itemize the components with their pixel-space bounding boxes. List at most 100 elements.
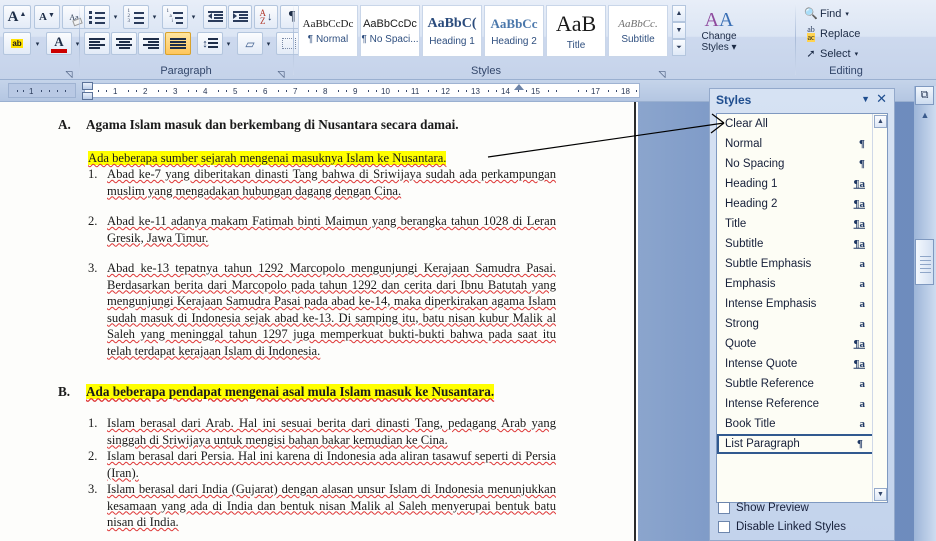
close-icon[interactable]: ✕ [876,91,887,107]
style-item-label: Intense Quote [725,358,798,370]
style-item-heading-2[interactable]: Heading 2 ¶a [717,194,887,214]
shading-dropdown[interactable]: ▾ [263,32,274,55]
increase-indent-button[interactable] [228,5,252,29]
paragraph-dialog-launcher[interactable]: ◹ [275,68,287,80]
style-item-normal[interactable]: Normal ¶ [717,134,887,154]
styles-list[interactable]: Clear All Normal ¶ No Spacing ¶ Heading … [716,113,888,503]
style-gallery-title[interactable]: AaB Title [546,5,606,57]
character-style-icon: a [859,298,866,310]
scroll-up-arrow-icon[interactable]: ▲ [918,110,932,120]
style-item-intense-quote[interactable]: Intense Quote ¶a [717,354,887,374]
multilevel-list-dropdown[interactable]: ▾ [188,5,199,29]
style-item-no-spacing[interactable]: No Spacing ¶ [717,154,887,174]
grow-font-button[interactable]: A ▲ [3,5,31,29]
disable-linked-styles-label: Disable Linked Styles [736,520,846,533]
list-marker-b3: 3. [88,482,98,496]
style-gallery-subtitle[interactable]: AaBbCc. Subtitle [608,5,668,57]
styles-pane-dropdown-icon[interactable]: ▼ [861,94,870,104]
scrollbar-thumb[interactable] [915,239,934,285]
numbering-button[interactable]: 1 2 3 [123,5,149,29]
style-gallery-heading1[interactable]: AaBbC( Heading 1 [422,5,482,57]
styles-list-scrollbar[interactable]: ▲ ▼ [872,114,887,502]
right-indent-marker[interactable] [514,84,524,90]
style-item-intense-emphasis[interactable]: Intense Emphasis a [717,294,887,314]
ribbon: A ▲ A ▼ Aa ab ▾ A ▾ ◹ ▾ 1 2 3 ▾ 1 a i ▾ … [0,0,936,80]
style-item-title[interactable]: Title ¶a [717,214,887,234]
replace-button[interactable]: ab ac Replace [802,24,888,43]
bullets-button[interactable] [84,5,110,29]
ruler-tick-7: 7 [293,87,298,96]
style-gallery-normal[interactable]: AaBbCcDc ¶ Normal [298,5,358,57]
select-button[interactable]: ➚ Select ▾ [802,44,888,63]
line-spacing-dropdown[interactable]: ▾ [223,32,234,55]
style-item-heading-1[interactable]: Heading 1 ¶a [717,174,887,194]
horizontal-ruler[interactable]: 1 2 3 4 5 6 7 8 9 10 11 12 13 14 15 17 1… [84,83,640,98]
pilcrow-icon: ¶ [288,9,296,24]
style-item-quote[interactable]: Quote ¶a [717,334,887,354]
first-line-indent-marker[interactable] [82,82,93,90]
align-center-button[interactable] [111,32,137,55]
align-left-button[interactable] [84,32,110,55]
numbering-dropdown[interactable]: ▾ [149,5,160,29]
list-item-a2: Abad ke-11 adanya makam Fatimah binti Ma… [107,214,556,245]
style-gallery-no-spacing[interactable]: AaBbCcDc ¶ No Spaci... [360,5,420,57]
section-a-highlight-line: Ada beberapa sumber sejarah mengenai mas… [88,151,447,165]
style-item-clear-all[interactable]: Clear All [717,114,887,134]
style-item-subtle-emphasis[interactable]: Subtle Emphasis a [717,254,887,274]
change-styles-button[interactable]: AA Change Styles ▾ [692,4,746,58]
hanging-indent-marker[interactable] [82,92,93,100]
disable-linked-styles-checkbox-row[interactable]: Disable Linked Styles [718,517,888,536]
style-item-emphasis[interactable]: Emphasis a [717,274,887,294]
style-gallery-scroll-up[interactable]: ▲ [672,5,686,22]
increase-indent-icon [232,10,248,24]
section-a-heading: Agama Islam masuk dan berkembang di Nusa… [86,117,459,132]
shading-button[interactable]: ▱ [237,32,263,55]
find-caret-icon: ▾ [845,10,849,18]
font-dialog-launcher[interactable]: ◹ [63,68,75,80]
styles-dialog-launcher[interactable]: ◹ [656,68,668,80]
window-vertical-scrollbar[interactable]: ⧉ ▲ [914,86,936,541]
style-gallery-more[interactable]: ⏷ [672,39,686,56]
style-item-label: List Paragraph [725,438,800,450]
section-b-marker: B. [58,384,71,399]
line-spacing-button[interactable]: ↕ [197,32,223,55]
align-right-button[interactable] [138,32,164,55]
text-highlight-dropdown[interactable]: ▾ [32,32,43,55]
style-item-intense-reference[interactable]: Intense Reference a [717,394,887,414]
line-spacing-icon [207,37,218,50]
font-color-button[interactable]: A [46,32,72,55]
find-button[interactable]: 🔍 Find ▾ [802,4,888,23]
style-item-list-paragraph[interactable]: List Paragraph ¶ [717,434,887,454]
paragraph-group-label: Paragraph [160,65,212,77]
styles-list-scroll-up-button[interactable]: ▲ [874,115,887,128]
text-highlight-color-button[interactable]: ab [3,32,31,55]
list-item-b1: Islam berasal dari Arab. Hal ini sesuai … [107,416,556,447]
list-marker-b1: 1. [88,416,98,430]
style-item-subtle-reference[interactable]: Subtle Reference a [717,374,887,394]
document-canvas[interactable]: A. Agama Islam masuk dan berkembang di N… [0,102,636,541]
show-preview-checkbox-row[interactable]: Show Preview [718,498,888,517]
disable-linked-styles-checkbox[interactable] [718,520,730,533]
sort-button[interactable]: AZ ↓ [254,5,278,29]
decrease-indent-button[interactable] [203,5,227,29]
style-gallery-scroll-down[interactable]: ▼ [672,22,686,39]
style-item-label: Subtle Emphasis [725,258,812,270]
style-item-subtitle[interactable]: Subtitle ¶a [717,234,887,254]
browse-object-button[interactable]: ⧉ [915,86,934,105]
multilevel-list-button[interactable]: 1 a i [162,5,188,29]
style-item-strong[interactable]: Strong a [717,314,887,334]
bullets-dropdown[interactable]: ▾ [110,5,121,29]
style-item-label: Heading 1 [725,178,778,190]
ruler-left-margin[interactable]: 1 [8,83,76,98]
linked-style-icon: ¶a [853,357,865,370]
show-preview-checkbox[interactable] [718,501,730,514]
align-justify-button[interactable] [165,32,191,55]
shrink-font-button[interactable]: A ▼ [34,5,60,29]
editing-group-label: Editing [829,65,863,77]
document-page[interactable]: A. Agama Islam masuk dan berkembang di N… [0,102,634,541]
style-gallery-heading2[interactable]: AaBbCc Heading 2 [484,5,544,57]
ruler-tick-3: 3 [173,87,178,96]
style-item-label: Subtitle [725,238,764,250]
style-item-book-title[interactable]: Book Title a [717,414,887,434]
styles-pane-options: Show Preview Disable Linked Styles [718,498,888,536]
